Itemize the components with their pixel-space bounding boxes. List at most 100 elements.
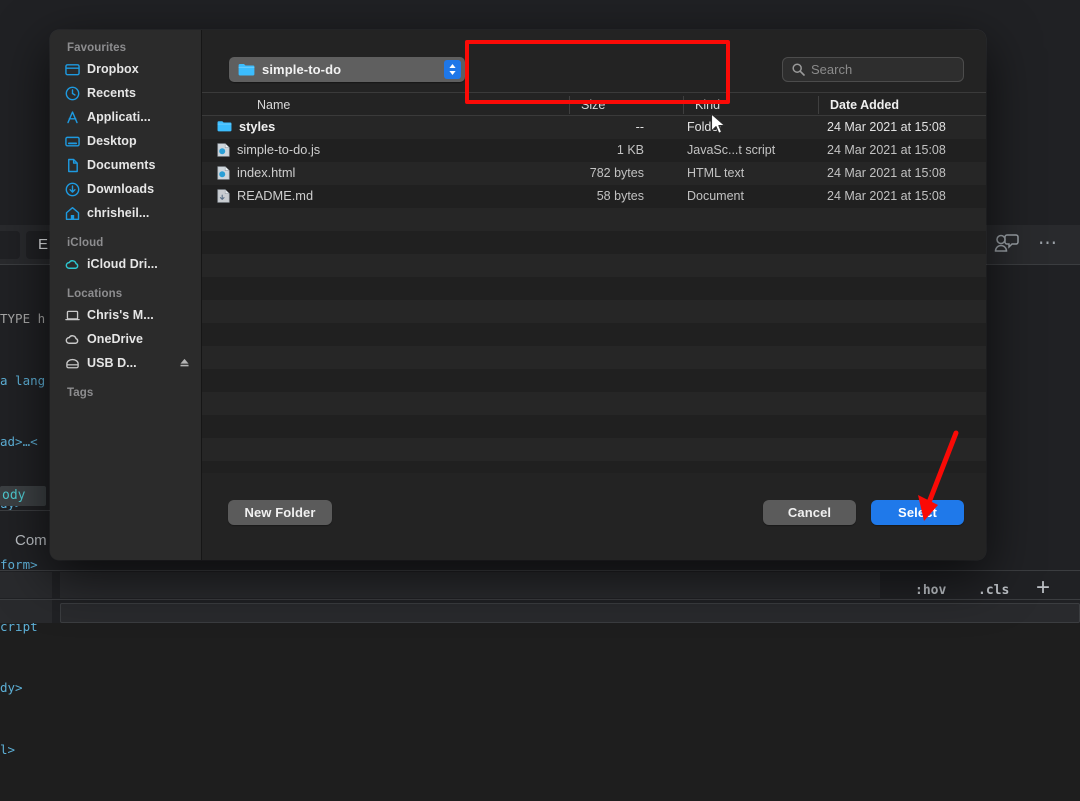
sidebar-item-recents[interactable]: Recents [50,81,201,105]
dialog-footer: New Folder Cancel Select [202,474,986,560]
sidebar-item-downloads[interactable]: Downloads [50,177,201,201]
sidebar-item-dropbox[interactable]: Dropbox [50,57,201,81]
file-name-cell: simple-to-do.js [217,142,320,157]
file-name-label: simple-to-do.js [237,142,320,157]
table-row-empty [202,300,986,323]
sidebar-item-label: Recents [87,86,136,100]
code-line: l> [0,740,60,761]
dialog-main-panel: ▼ ▼ simple-to-do [201,30,986,560]
sidebar-item-applications[interactable]: Applicati... [50,105,201,129]
file-kind-cell: JavaSc...t script [687,143,775,157]
table-row-empty [202,438,986,461]
cancel-button[interactable]: Cancel [763,500,856,525]
sidebar-item-documents[interactable]: Documents [50,153,201,177]
table-row-empty [202,231,986,254]
file-name-cell: styles [217,119,275,134]
table-row-empty [202,392,986,415]
select-button[interactable]: Select [871,500,964,525]
add-style-rule-button[interactable]: + [1036,576,1050,600]
code-line: dy> [0,678,60,699]
sidebar-item-label: Desktop [87,134,137,148]
sidebar-group-favourites-title: Favourites [50,42,201,54]
new-folder-button[interactable]: New Folder [228,500,332,525]
md-file-icon [217,189,230,203]
file-open-dialog: Favourites Dropbox Recents Applicati... [50,30,986,560]
column-header-name[interactable]: Name [257,98,290,112]
folder-icon [238,63,255,77]
sidebar-item-label: Documents [87,158,156,172]
file-kind-cell: HTML text [687,166,744,180]
home-icon [65,206,80,221]
table-row-empty [202,208,986,231]
js-file-icon [217,143,230,157]
table-row[interactable]: simple-to-do.js 1 KB JavaSc...t script 2… [202,139,986,162]
column-divider[interactable] [683,96,684,114]
laptop-icon [65,308,80,323]
sidebar-item-onedrive[interactable]: OneDrive [50,327,201,351]
column-divider[interactable] [569,96,570,114]
file-name-label: README.md [237,188,313,203]
styles-filter-chip [0,572,52,598]
breadcrumb[interactable]: ody [0,486,46,506]
styles-filter-field[interactable] [60,572,880,598]
sidebar-item-label: OneDrive [87,332,143,346]
bottom-input-field[interactable] [60,603,1080,623]
user-comment-icon[interactable] [993,232,1019,256]
eject-icon[interactable] [179,357,190,368]
sidebar-item-icloud-drive[interactable]: iCloud Dri... [50,252,201,276]
devtools-tab-prev[interactable] [0,231,20,259]
sidebar-item-label: Downloads [87,182,154,196]
column-header-row: Name Size Kind Date Added [202,92,986,116]
hov-toggle-button[interactable]: :hov [915,583,946,598]
stepper-updown-icon[interactable] [444,60,461,79]
external-drive-icon [65,356,80,371]
table-row-empty [202,369,986,392]
file-size-cell: 782 bytes [501,166,656,180]
table-row-empty [202,415,986,438]
file-kind-cell: Folder [687,120,722,134]
sidebar-item-desktop[interactable]: Desktop [50,129,201,153]
search-input[interactable]: Search [782,57,964,82]
file-size-cell: 58 bytes [501,189,656,203]
path-popup-label: simple-to-do [262,62,341,77]
dialog-toolbar: ▼ ▼ simple-to-do [202,30,986,92]
download-icon [65,182,80,197]
table-row-empty [202,254,986,277]
sidebar-group-tags-title: Tags [50,387,201,399]
table-row-empty [202,346,986,369]
path-popup-button[interactable]: simple-to-do [229,57,465,82]
file-date-cell: 24 Mar 2021 at 15:08 [827,189,946,203]
sidebar: Favourites Dropbox Recents Applicati... [50,30,201,560]
file-list[interactable]: styles -- Folder 24 Mar 2021 at 15:08 si… [202,116,986,473]
sidebar-item-label: Chris's M... [87,308,154,322]
table-row-empty [202,461,986,473]
column-header-date-added[interactable]: Date Added [830,98,899,112]
table-row[interactable]: README.md 58 bytes Document 24 Mar 2021 … [202,185,986,208]
applications-icon [65,110,80,125]
desktop-icon [65,134,80,149]
column-header-size[interactable]: Size [581,98,605,112]
file-date-cell: 24 Mar 2021 at 15:08 [827,120,946,134]
icloud-icon [65,257,80,272]
document-icon [65,158,80,173]
sidebar-item-chris-mac[interactable]: Chris's M... [50,303,201,327]
sidebar-group-locations-title: Locations [50,288,201,300]
dropbox-folder-icon [65,62,80,77]
sidebar-item-usb-drive[interactable]: USB D... [50,351,201,375]
file-name-label: index.html [237,165,295,180]
file-name-label: styles [239,119,275,134]
sidebar-item-label: USB D... [87,356,137,370]
column-header-kind[interactable]: Kind [695,98,720,112]
computed-tab-label[interactable]: Com [15,532,47,549]
ellipsis-icon[interactable]: ⋯ [1038,233,1059,255]
table-row[interactable]: styles -- Folder 24 Mar 2021 at 15:08 [202,116,986,139]
table-row[interactable]: index.html 782 bytes HTML text 24 Mar 20… [202,162,986,185]
sidebar-item-label: Dropbox [87,62,139,76]
search-placeholder: Search [811,62,852,77]
bottom-left-strip [0,600,52,623]
cls-toggle-button[interactable]: .cls [978,583,1009,598]
file-date-cell: 24 Mar 2021 at 15:08 [827,143,946,157]
sidebar-item-home[interactable]: chrisheil... [50,201,201,225]
table-row-empty [202,277,986,300]
column-divider[interactable] [818,96,819,114]
